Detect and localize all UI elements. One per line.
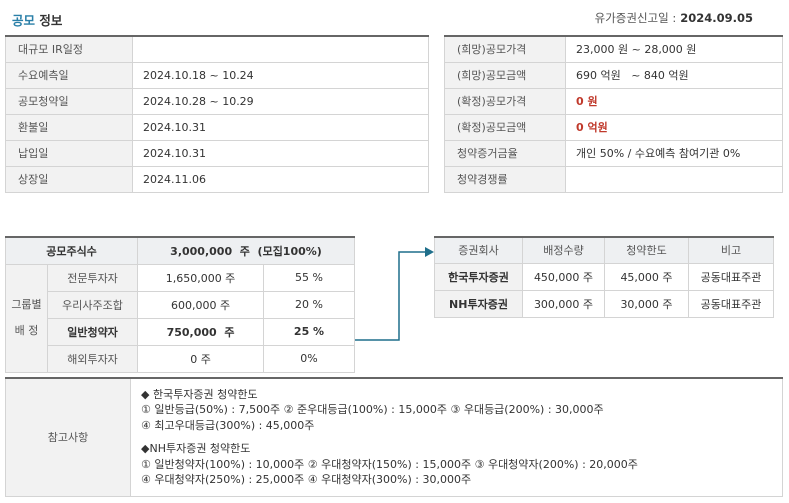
- broker-name: 한국투자증권: [434, 262, 523, 291]
- schedule-value: 2024.10.28 ~ 10.29: [132, 87, 429, 115]
- schedule-value: 2024.10.31: [132, 113, 429, 141]
- broker-qty: 300,000 주: [522, 289, 605, 318]
- notes-line: ④ 최고우대등급(300%) : 45,000주: [141, 418, 315, 432]
- schedule-label: 공모청약일: [5, 87, 133, 115]
- table-row: 일반청약자 750,000 주 25 %: [6, 317, 355, 346]
- schedule-label: 수요예측일: [5, 61, 133, 89]
- schedule-value: [132, 35, 429, 63]
- investor-type: 전문투자자: [46, 263, 139, 292]
- table-header-row: 증권회사 배정수량 청약한도 비고: [434, 236, 774, 264]
- schedule-value: 2024.10.31: [132, 139, 429, 167]
- notes-line: ① 일반청약자(100%) : 10,000주 ② 우대청약자(150%) : …: [141, 457, 638, 471]
- table-row: 청약경쟁률: [444, 165, 783, 193]
- filing-date-line: 유가증권신고일 :2024.09.05: [595, 10, 753, 26]
- broker-note: 공동대표주관: [688, 289, 774, 318]
- notes-content: ◆ 한국투자증권 청약한도 ① 일반등급(50%) : 7,500주 ② 준우대…: [130, 377, 783, 497]
- group-allocation-label: 그룹별 배 정: [5, 263, 48, 373]
- table-row: 공모주식수 3,000,000 주 (모집100%): [4, 236, 355, 265]
- broker-name: NH투자증권: [434, 289, 523, 318]
- pricing-label: (희망)공모금액: [444, 61, 566, 89]
- table-row: 해외투자자 0 주 0%: [6, 344, 355, 373]
- investor-type: 일반청약자: [46, 317, 139, 346]
- investor-percent: 55 %: [263, 263, 355, 292]
- pricing-label: (희망)공모가격: [444, 35, 566, 63]
- connector-arrow-icon: [355, 247, 434, 341]
- title-accent: 공모: [12, 13, 36, 28]
- investor-type: 해외투자자: [46, 344, 139, 373]
- pricing-value: 개인 50% / 수요예측 참여기관 0%: [565, 139, 783, 167]
- section-title: 공모 정보: [12, 10, 62, 29]
- investor-shares: 1,650,000 주: [137, 263, 265, 292]
- notes-line: ◆NH투자증권 청약한도: [141, 442, 251, 456]
- table-row: NH투자증권 300,000 주 30,000 주 공동대표주관: [434, 289, 774, 318]
- notes-line: ④ 우대청약자(250%) : 25,000주 ④ 우대청약자(300%) : …: [141, 473, 472, 487]
- total-shares-label: 공모주식수: [4, 236, 139, 265]
- pricing-value: 690 억원 ~ 840 억원: [565, 61, 783, 89]
- broker-limit: 45,000 주: [604, 262, 689, 291]
- broker-table: 증권회사 배정수량 청약한도 비고 한국투자증권 450,000 주 45,00…: [434, 236, 774, 318]
- investor-percent: 20 %: [263, 290, 355, 319]
- broker-limit: 30,000 주: [604, 289, 689, 318]
- broker-qty: 450,000 주: [522, 262, 605, 291]
- table-row: 환불일 2024.10.31: [5, 113, 429, 141]
- confirmed-amount-value: 0 억원: [565, 113, 783, 141]
- pricing-label: (확정)공모가격: [444, 87, 566, 115]
- pricing-label: (확정)공모금액: [444, 113, 566, 141]
- table-row: 우리사주조합 600,000 주 20 %: [6, 290, 355, 319]
- table-row: 납입일 2024.10.31: [5, 139, 429, 167]
- schedule-label: 환불일: [5, 113, 133, 141]
- pricing-value: 23,000 원 ~ 28,000 원: [565, 35, 783, 63]
- schedule-label: 대규모 IR일정: [5, 35, 133, 63]
- column-header: 배정수량: [522, 236, 605, 264]
- total-shares-value: 3,000,000 주 (모집100%): [137, 236, 355, 265]
- table-row: (확정)공모가격 0 원: [444, 87, 783, 115]
- column-header: 비고: [688, 236, 774, 264]
- table-row: 청약증거금율 개인 50% / 수요예측 참여기관 0%: [444, 139, 783, 167]
- column-header: 청약한도: [604, 236, 689, 264]
- notes-label: 참고사항: [5, 377, 131, 497]
- investor-shares: 750,000 주: [137, 317, 265, 346]
- schedule-label: 납입일: [5, 139, 133, 167]
- broker-note: 공동대표주관: [688, 262, 774, 291]
- schedule-value: 2024.10.18 ~ 10.24: [132, 61, 429, 89]
- table-row: (희망)공모금액 690 억원 ~ 840 억원: [444, 61, 783, 89]
- table-row: 참고사항 ◆ 한국투자증권 청약한도 ① 일반등급(50%) : 7,500주 …: [5, 377, 783, 497]
- column-header: 증권회사: [434, 236, 523, 264]
- schedule-label: 상장일: [5, 165, 133, 193]
- notes-table: 참고사항 ◆ 한국투자증권 청약한도 ① 일반등급(50%) : 7,500주 …: [5, 377, 783, 497]
- notes-line: ① 일반등급(50%) : 7,500주 ② 준우대등급(100%) : 15,…: [141, 403, 604, 417]
- schedule-value: 2024.11.06: [132, 165, 429, 193]
- table-row: (확정)공모금액 0 억원: [444, 113, 783, 141]
- table-row: (희망)공모가격 23,000 원 ~ 28,000 원: [444, 35, 783, 63]
- filing-date-value: 2024.09.05: [680, 11, 753, 25]
- investor-type: 우리사주조합: [46, 290, 139, 319]
- confirmed-price-value: 0 원: [565, 87, 783, 115]
- investor-percent: 25 %: [263, 317, 355, 346]
- notes-line: ◆ 한국투자증권 청약한도: [141, 387, 258, 401]
- notes-spacer: [141, 433, 772, 441]
- investor-shares: 600,000 주: [137, 290, 265, 319]
- pricing-label: 청약증거금율: [444, 139, 566, 167]
- table-row: 그룹별 배 정 전문투자자 1,650,000 주 55 %: [5, 263, 355, 373]
- title-rest: 정보: [39, 13, 63, 28]
- table-row: 공모청약일 2024.10.28 ~ 10.29: [5, 87, 429, 115]
- table-row: 대규모 IR일정: [5, 35, 429, 63]
- table-row: 상장일 2024.11.06: [5, 165, 429, 193]
- investor-shares: 0 주: [137, 344, 265, 373]
- pricing-table: (희망)공모가격 23,000 원 ~ 28,000 원 (희망)공모금액 69…: [444, 35, 783, 193]
- pricing-value: [565, 165, 783, 193]
- pricing-label: 청약경쟁률: [444, 165, 566, 193]
- table-row: 한국투자증권 450,000 주 45,000 주 공동대표주관: [434, 262, 774, 291]
- allocation-table: 공모주식수 3,000,000 주 (모집100%) 그룹별 배 정 전문투자자…: [4, 236, 355, 373]
- table-row: 수요예측일 2024.10.18 ~ 10.24: [5, 61, 429, 89]
- investor-percent: 0%: [263, 344, 355, 373]
- schedule-table: 대규모 IR일정 수요예측일 2024.10.18 ~ 10.24 공모청약일 …: [5, 35, 429, 193]
- filing-date-label: 유가증권신고일 :: [594, 11, 677, 25]
